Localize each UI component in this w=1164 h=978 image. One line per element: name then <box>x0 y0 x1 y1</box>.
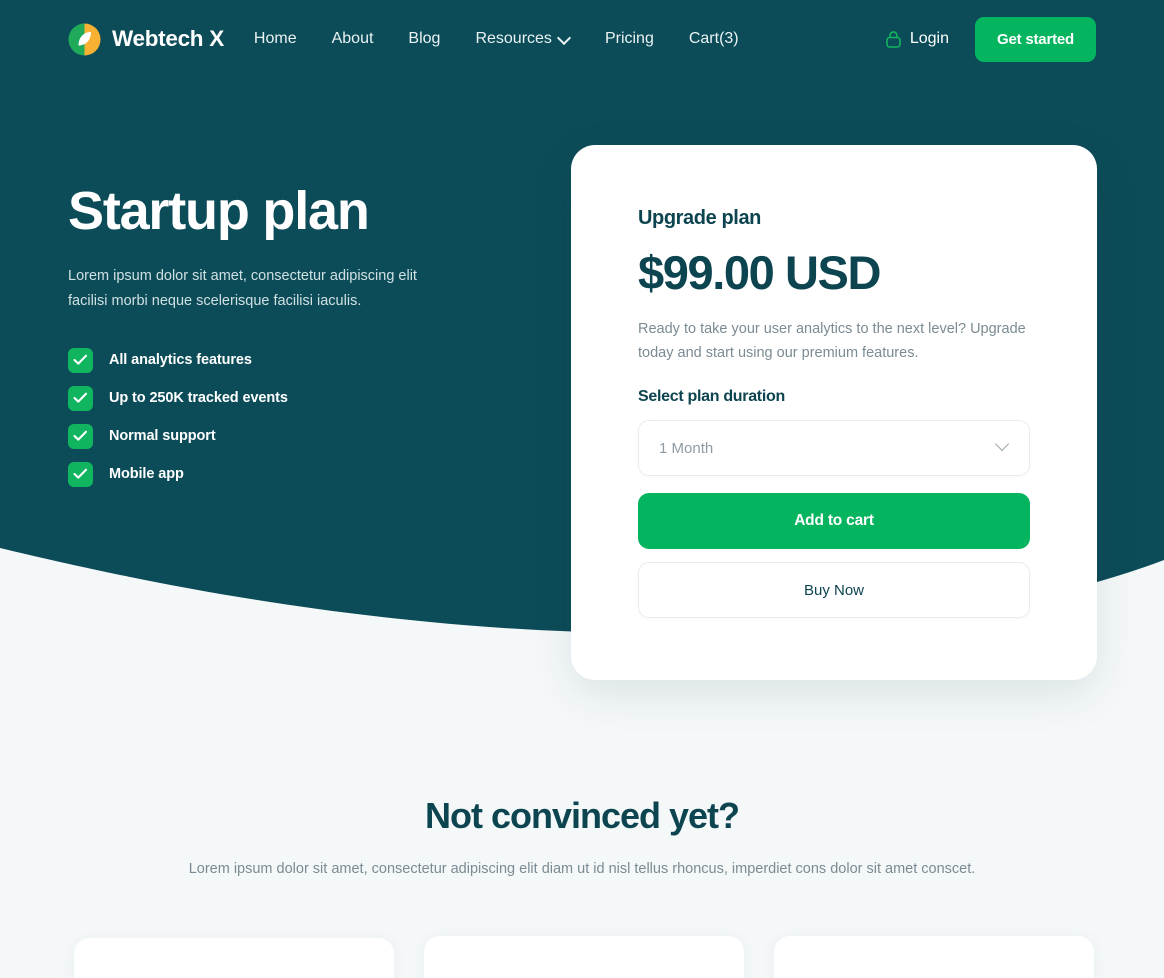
list-item: Up to 250K tracked events <box>68 385 538 411</box>
feature-label: All analytics features <box>109 352 252 369</box>
check-icon <box>68 385 93 411</box>
hero-subtitle: Lorem ipsum dolor sit amet, consectetur … <box>68 267 417 309</box>
convinced-section: Not convinced yet? Lorem ipsum dolor sit… <box>0 660 1164 881</box>
list-item: All analytics features <box>68 347 538 373</box>
card-price: $99.00 USD <box>638 246 881 299</box>
nav-link-pricing-label: Pricing <box>604 30 654 47</box>
section-subtitle: Lorem ipsum dolor sit amet, consectetur … <box>188 861 976 877</box>
feature-label: Mobile app <box>109 466 184 483</box>
login-link[interactable]: Login <box>886 30 949 48</box>
nav-link-cart-label: Cart(3) <box>688 30 739 47</box>
card-kicker: Upgrade plan <box>638 207 761 229</box>
check-icon <box>68 423 93 449</box>
feature-card-1[interactable] <box>74 938 394 978</box>
leaf-circle-logo-icon <box>68 23 101 56</box>
nav-link-about-label: About <box>331 30 374 47</box>
nav-links: Home About Blog Resources Pricing Cart(3… <box>254 30 739 48</box>
buy-now-button[interactable]: Buy Now <box>638 562 1030 619</box>
nav-link-blog-label: Blog <box>408 30 441 47</box>
nav-link-resources-label: Resources <box>475 30 552 47</box>
plan-duration-label: Select plan duration <box>638 388 785 406</box>
nav-link-home-label: Home <box>253 30 297 47</box>
chevron-down-icon <box>559 33 570 44</box>
list-item: Mobile app <box>68 461 538 487</box>
brand-logo[interactable]: Webtech X <box>68 23 224 56</box>
nav-link-home[interactable]: Home <box>254 30 297 48</box>
page-title: Startup plan <box>68 181 370 241</box>
upgrade-plan-card: Upgrade plan $99.00 USD Ready to take yo… <box>571 145 1097 680</box>
feature-list: All analytics features Up to 250K tracke… <box>68 347 538 487</box>
feature-card-3[interactable] <box>774 936 1094 978</box>
add-to-cart-button[interactable]: Add to cart <box>638 493 1030 550</box>
nav-link-blog[interactable]: Blog <box>408 30 440 48</box>
check-icon <box>68 347 93 373</box>
card-description: Ready to take your user analytics to the… <box>638 321 1026 362</box>
nav-link-resources[interactable]: Resources <box>475 30 569 48</box>
main-navigation: Webtech X Home About Blog Resources Pric… <box>0 0 1164 78</box>
lock-icon <box>886 30 901 48</box>
feature-cards-row <box>74 936 1094 978</box>
brand-name: Webtech X <box>112 26 224 51</box>
login-label: Login <box>909 30 949 47</box>
get-started-button[interactable]: Get started <box>975 16 1096 62</box>
check-icon <box>68 461 93 487</box>
plan-duration-select[interactable]: 1 Month <box>638 420 1030 477</box>
hero-content: Startup plan Lorem ipsum dolor sit amet,… <box>68 183 538 500</box>
nav-link-about[interactable]: About <box>332 30 374 48</box>
nav-right-actions: Login Get started <box>886 16 1096 62</box>
feature-card-2[interactable] <box>424 936 744 978</box>
feature-label: Normal support <box>109 428 216 445</box>
nav-link-cart[interactable]: Cart(3) <box>689 30 739 48</box>
nav-link-pricing[interactable]: Pricing <box>605 30 654 48</box>
list-item: Normal support <box>68 423 538 449</box>
feature-label: Up to 250K tracked events <box>109 390 288 407</box>
plan-duration-select-wrap: 1 Month <box>638 420 1030 477</box>
section-title: Not convinced yet? <box>424 795 740 836</box>
